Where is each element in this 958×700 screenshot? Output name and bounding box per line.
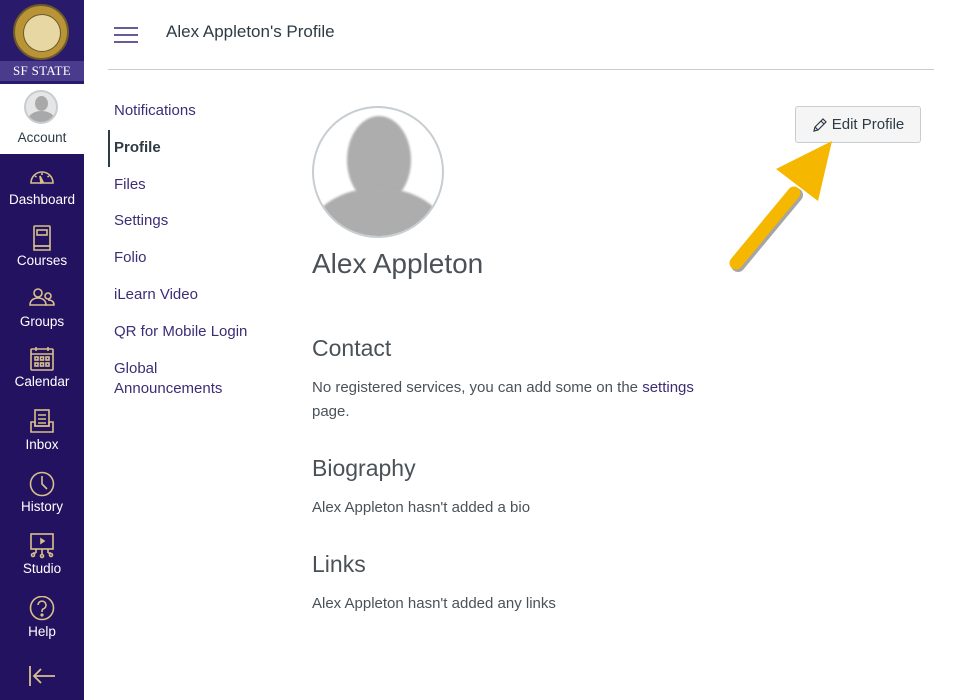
profile-name: Alex Appleton bbox=[312, 248, 484, 279]
university-logo[interactable]: SF STATE bbox=[0, 0, 84, 84]
contact-text: No registered services, you can add some… bbox=[312, 376, 732, 424]
subnav-settings[interactable]: Settings bbox=[114, 211, 168, 231]
pencil-icon bbox=[812, 117, 827, 132]
nav-label: Studio bbox=[22, 561, 62, 576]
contact-text-after: page. bbox=[312, 403, 350, 420]
nav-item-calendar[interactable]: Calendar bbox=[0, 346, 84, 406]
contact-heading: Contact bbox=[312, 335, 392, 361]
nav-item-studio[interactable]: Studio bbox=[0, 533, 84, 593]
courses-icon bbox=[33, 225, 51, 251]
contact-text-before: No registered services, you can add some… bbox=[312, 379, 643, 396]
groups-icon bbox=[29, 288, 55, 306]
nav-label: Courses bbox=[16, 253, 68, 268]
nav-item-history[interactable]: History bbox=[0, 471, 84, 531]
annotation-arrow-icon bbox=[729, 141, 832, 272]
nav-label: Inbox bbox=[25, 437, 59, 452]
nav-item-inbox[interactable]: Inbox bbox=[0, 409, 84, 469]
nav-item-account[interactable]: Account bbox=[0, 84, 84, 154]
dashboard-icon bbox=[30, 171, 54, 185]
profile-avatar bbox=[312, 106, 444, 238]
subnav-label-line1: Global bbox=[114, 360, 158, 377]
nav-label: History bbox=[20, 499, 63, 514]
edit-profile-button[interactable]: Edit Profile bbox=[795, 106, 921, 143]
help-icon bbox=[29, 596, 55, 621]
subnav-files[interactable]: Files bbox=[114, 175, 146, 195]
subnav-global-announcements[interactable]: Global Announcements bbox=[114, 359, 222, 399]
subnav-notifications[interactable]: Notifications bbox=[114, 101, 196, 121]
nav-item-courses[interactable]: Courses bbox=[0, 225, 84, 285]
inbox-icon bbox=[30, 409, 54, 433]
global-navigation: SF STATE Account Dashboard Courses Group… bbox=[0, 0, 84, 700]
page-title: Alex Appleton's Profile bbox=[166, 22, 335, 41]
nav-label: Account bbox=[17, 130, 67, 145]
university-seal-icon bbox=[13, 4, 69, 60]
settings-link[interactable]: settings bbox=[642, 379, 694, 396]
nav-item-dashboard[interactable]: Dashboard bbox=[0, 164, 84, 224]
history-icon bbox=[29, 471, 55, 497]
studio-icon bbox=[30, 533, 54, 559]
subnav-ilearn-video[interactable]: iLearn Video bbox=[114, 285, 198, 305]
biography-heading: Biography bbox=[312, 455, 416, 481]
avatar-icon bbox=[24, 90, 58, 124]
calendar-icon bbox=[30, 347, 54, 371]
biography-text: Alex Appleton hasn't added a bio bbox=[312, 499, 531, 516]
subnav-label-line2: Announcements bbox=[114, 380, 223, 397]
nav-label: Groups bbox=[19, 314, 65, 329]
logo-text: SF STATE bbox=[0, 61, 84, 81]
active-indicator bbox=[108, 130, 110, 167]
nav-item-help[interactable]: Help bbox=[0, 596, 84, 656]
collapse-arrow-icon[interactable] bbox=[28, 664, 56, 688]
subnav-profile[interactable]: Profile bbox=[114, 138, 161, 158]
nav-label: Calendar bbox=[14, 374, 70, 389]
subnav-folio[interactable]: Folio bbox=[114, 248, 147, 268]
links-text: Alex Appleton hasn't added any links bbox=[312, 595, 556, 612]
nav-label: Dashboard bbox=[8, 192, 76, 207]
subnav-qr-mobile-login[interactable]: QR for Mobile Login bbox=[114, 322, 247, 342]
links-heading: Links bbox=[312, 551, 366, 577]
nav-label: Help bbox=[28, 624, 56, 639]
hamburger-menu-icon[interactable] bbox=[114, 27, 138, 44]
edit-profile-label: Edit Profile bbox=[831, 116, 905, 133]
header-divider bbox=[108, 69, 934, 70]
nav-item-groups[interactable]: Groups bbox=[0, 286, 84, 346]
